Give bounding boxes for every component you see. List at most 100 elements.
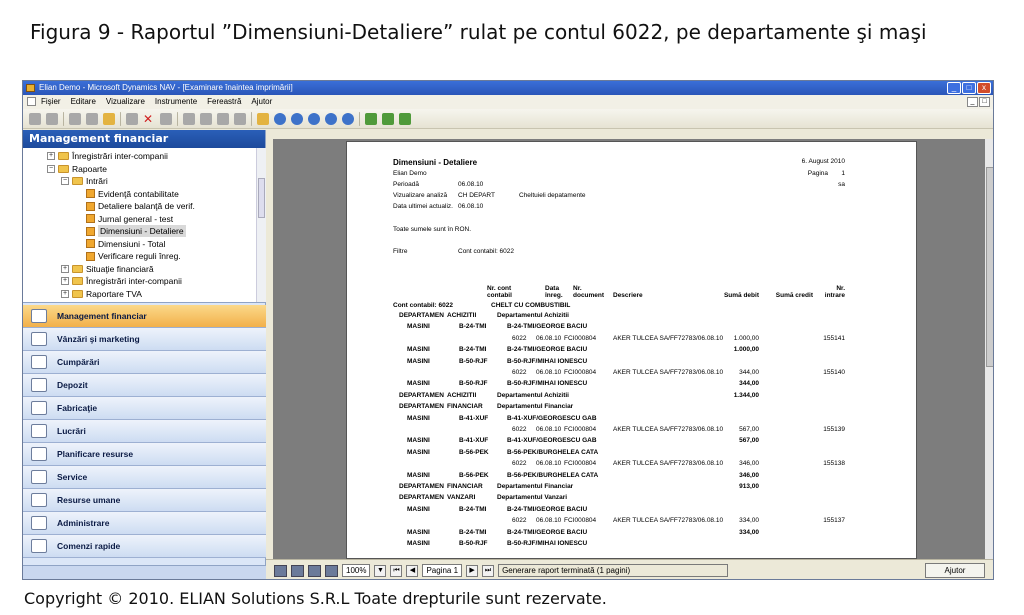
first-page-button[interactable]: ⏮ xyxy=(390,564,403,577)
new-icon[interactable] xyxy=(126,112,138,125)
nav-last-icon[interactable] xyxy=(325,112,337,125)
delete-icon[interactable]: ✕ xyxy=(143,113,155,125)
tree-item-label: Intrări xyxy=(86,176,108,186)
module-button[interactable]: Vânzări şi marketing xyxy=(23,328,266,351)
module-button[interactable]: Lucrări xyxy=(23,420,266,443)
list-icon[interactable] xyxy=(217,112,229,125)
last-page-button[interactable]: ⏭ xyxy=(482,564,495,577)
module-button[interactable]: Management financiar xyxy=(23,305,266,328)
nav-next-icon[interactable] xyxy=(308,112,320,125)
module-buttons: Management financiar Vânzări şi marketing… xyxy=(23,305,266,558)
table-icon[interactable] xyxy=(183,112,195,125)
last-update-label: Data ultimei actualiz. xyxy=(393,203,453,210)
tree-item[interactable]: − Intrări xyxy=(61,175,108,187)
prev-page-button[interactable]: ◀ xyxy=(406,564,419,577)
tree-item[interactable]: Evidenţă contabilitate xyxy=(75,188,179,200)
help-button[interactable]: Ajutor xyxy=(925,563,985,578)
preview-scrollbar[interactable] xyxy=(985,139,993,559)
nav-window: Elian Demo - Microsoft Dynamics NAV - [E… xyxy=(22,80,994,580)
module-button[interactable]: Planificare resurse xyxy=(23,443,266,466)
tree-item[interactable]: + Înregistrări inter-companii xyxy=(61,275,182,287)
dimension-value: B-50-RJF xyxy=(459,540,488,547)
maximize-button[interactable]: □ xyxy=(962,82,976,94)
tree-scroll-thumb[interactable] xyxy=(258,178,265,218)
entry-date: 06.08.10 xyxy=(536,517,562,525)
entry-description: AKER TULCEA SA/FF72783/06.08.10 xyxy=(613,460,724,468)
menu-tools[interactable]: Instrumente xyxy=(150,95,202,109)
tree-item[interactable]: + Situaţie financiară xyxy=(61,263,154,275)
tree-item[interactable]: Jurnal general - test xyxy=(75,213,173,225)
report-icon xyxy=(86,251,95,261)
analysis-name: Cheltuieli depatamente xyxy=(519,192,586,199)
app-icon xyxy=(26,84,35,92)
expand-icon[interactable]: + xyxy=(61,289,69,298)
module-button[interactable]: Resurse umane xyxy=(23,489,266,512)
nav-prev-icon[interactable] xyxy=(291,112,303,125)
dimension-name: B-56-PEK/BURGHELEA CATA xyxy=(507,471,599,479)
menu-view[interactable]: Vizualizare xyxy=(101,95,150,109)
card-icon[interactable] xyxy=(234,112,246,125)
minimize-button[interactable]: _ xyxy=(947,82,961,94)
zoom-select[interactable]: 100% xyxy=(342,564,371,577)
print-preview-icon[interactable] xyxy=(274,564,287,577)
dimension-value: FINANCIAR xyxy=(447,403,483,411)
module-button[interactable]: Service xyxy=(23,466,266,489)
find-icon[interactable] xyxy=(160,112,172,125)
tree-item[interactable]: Dimensiuni - Detaliere xyxy=(75,225,186,237)
col-account-header: Nr. cont contabil xyxy=(487,285,512,299)
mdi-restore-icon[interactable]: □ xyxy=(979,97,990,107)
nav-first-icon[interactable] xyxy=(274,112,286,125)
mdi-minimize-icon[interactable]: _ xyxy=(967,97,978,107)
report-icon xyxy=(86,214,95,223)
tree-item[interactable]: Verificare reguli înreg. xyxy=(75,250,181,262)
entry-debit: 344,00 xyxy=(739,369,759,376)
module-button[interactable]: Comenzi rapide xyxy=(23,535,266,558)
dimension-code: MASINI xyxy=(407,323,430,331)
tree-scrollbar[interactable] xyxy=(256,148,266,302)
page-setup-icon[interactable] xyxy=(291,564,304,577)
tree-item[interactable]: Dimensiuni - Total xyxy=(75,238,165,250)
collapse-icon[interactable]: − xyxy=(61,177,69,185)
preview-icon[interactable] xyxy=(46,112,58,125)
tree-item[interactable]: − Rapoarte xyxy=(47,163,107,175)
col-debit-header: Sumă debit xyxy=(723,292,759,299)
two-pages-icon[interactable] xyxy=(325,564,338,577)
tree-item[interactable]: + Înregistrări inter-companii xyxy=(47,150,168,162)
close-button[interactable]: x xyxy=(977,82,991,94)
period-value: 06.08.10 xyxy=(458,181,484,188)
sheet-2-icon[interactable] xyxy=(382,112,394,125)
tree-item[interactable]: Detaliere balanţă de verif. xyxy=(75,200,195,212)
title-bar: Elian Demo - Microsoft Dynamics NAV - [E… xyxy=(23,81,993,95)
refresh-icon[interactable] xyxy=(342,112,354,125)
print-icon[interactable] xyxy=(29,112,41,125)
dimension-value: B-41-XUF xyxy=(459,437,489,445)
module-button[interactable]: Fabricaţie xyxy=(23,397,266,420)
expand-icon[interactable]: + xyxy=(61,264,69,273)
tree-item[interactable]: + Raportare TVA xyxy=(61,288,142,300)
sheet-3-icon[interactable] xyxy=(399,112,411,125)
tree-item-label: Verificare reguli înreg. xyxy=(98,251,181,261)
next-page-button[interactable]: ▶ xyxy=(466,564,479,577)
sheet-icon[interactable] xyxy=(365,112,377,125)
expand-icon[interactable]: + xyxy=(47,152,55,160)
paste-icon[interactable] xyxy=(103,112,115,125)
menu-edit[interactable]: Editare xyxy=(66,95,101,109)
module-button[interactable]: Depozit xyxy=(23,374,266,397)
module-button[interactable]: Administrare xyxy=(23,512,266,535)
menu-help[interactable]: Ajutor xyxy=(246,95,277,109)
filter-icon[interactable] xyxy=(257,112,269,125)
page-number-field[interactable]: Pagina 1 xyxy=(422,564,463,577)
module-icon xyxy=(31,401,47,415)
cut-icon[interactable] xyxy=(69,112,81,125)
menu-file[interactable]: Fişier xyxy=(36,95,66,109)
account-line-name: CHELT CU COMBUSTIBIL xyxy=(491,302,571,309)
collapse-icon[interactable]: − xyxy=(47,164,55,173)
expand-icon[interactable]: + xyxy=(61,277,69,285)
copy-icon[interactable] xyxy=(86,112,98,125)
dimension-name: Departamentul Financiar xyxy=(497,403,574,411)
zoom-dropdown-icon[interactable]: ▼ xyxy=(374,564,387,577)
form-icon[interactable] xyxy=(200,112,212,125)
single-page-icon[interactable] xyxy=(308,564,321,577)
module-button[interactable]: Cumpărări xyxy=(23,351,266,374)
menu-window[interactable]: Fereastră xyxy=(202,95,246,109)
